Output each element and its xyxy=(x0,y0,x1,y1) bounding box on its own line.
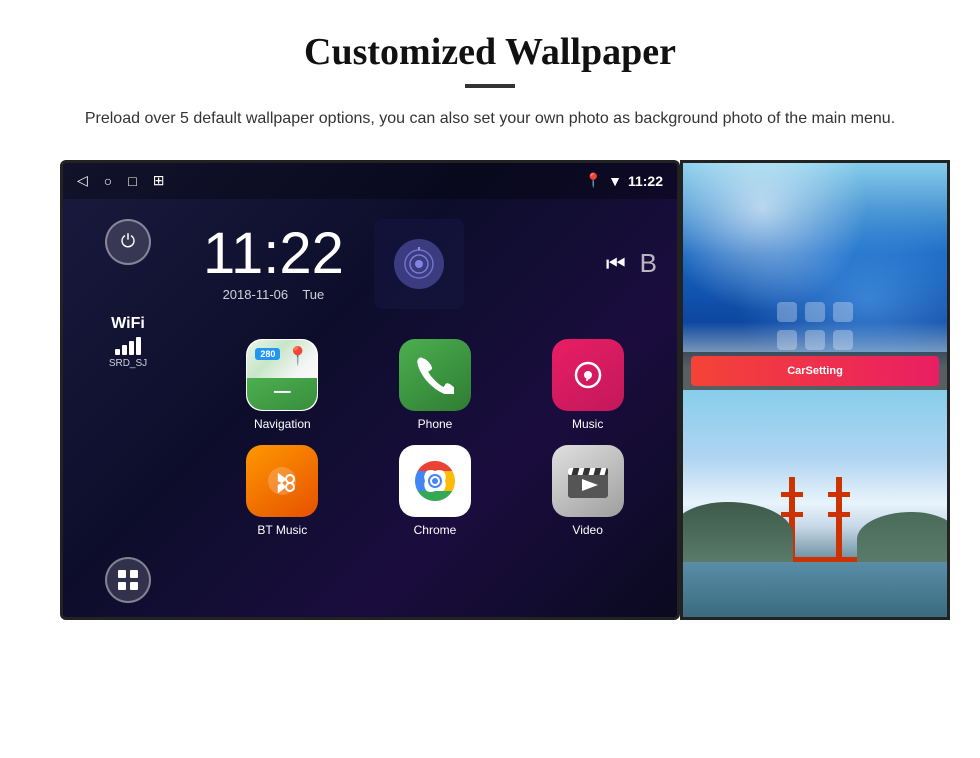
music-icon: ♪ xyxy=(552,339,624,411)
back-icon[interactable]: ◁ xyxy=(77,172,88,189)
wifi-bar-1 xyxy=(115,349,120,355)
wifi-bar-2 xyxy=(122,345,127,355)
bridge-crossbar-1 xyxy=(781,492,803,497)
bridge-crossbar-3 xyxy=(828,492,850,497)
carsetting-overlay: CarSetting xyxy=(683,352,947,390)
page-title: Customized Wallpaper xyxy=(60,30,920,74)
clock-time: 11:22 xyxy=(203,225,344,283)
video-icon xyxy=(552,445,624,517)
app-grid: 280 📍 ━━━ Navigation xyxy=(203,339,667,537)
status-bar: ◁ ○ □ ⊞ 📍 ▼ 11:22 xyxy=(63,163,677,199)
navigation-icon: 280 📍 ━━━ xyxy=(246,339,318,411)
preview-dot-1 xyxy=(777,302,797,322)
carsetting-bar: CarSetting xyxy=(691,356,939,386)
hill-right xyxy=(857,512,947,562)
track-letter-b: B xyxy=(640,248,657,279)
preview-dot-5 xyxy=(805,330,825,350)
main-content: ⏻ WiFi SRD_SJ xyxy=(63,199,677,620)
app-item-phone[interactable]: Phone xyxy=(366,339,505,431)
app-item-music[interactable]: ♪ Music xyxy=(518,339,657,431)
wifi-bars xyxy=(109,337,147,355)
hill-left xyxy=(683,502,793,562)
page-description: Preload over 5 default wallpaper options… xyxy=(80,106,900,132)
bridge-scene xyxy=(683,390,947,617)
btmusic-icon xyxy=(246,445,318,517)
app-item-navigation[interactable]: 280 📍 ━━━ Navigation xyxy=(213,339,352,431)
svg-text:♪: ♪ xyxy=(584,368,591,384)
apps-button[interactable] xyxy=(105,557,151,603)
screenshot-icon[interactable]: ⊞ xyxy=(153,172,165,189)
music-label: Music xyxy=(572,417,603,431)
status-bar-nav: ◁ ○ □ ⊞ xyxy=(77,172,164,189)
preview-ice-wallpaper[interactable]: CarSetting xyxy=(683,163,947,390)
navigation-label: Navigation xyxy=(254,417,311,431)
recents-icon[interactable]: □ xyxy=(128,173,136,189)
carsetting-label: CarSetting xyxy=(787,365,843,377)
sidebar: ⏻ WiFi SRD_SJ xyxy=(63,199,193,620)
prev-track-button[interactable]: ⏮ xyxy=(606,251,626,277)
clock-date-value: 2018-11-06 xyxy=(223,287,289,302)
phone-label: Phone xyxy=(418,417,453,431)
chrome-icon xyxy=(399,445,471,517)
wifi-ssid: SRD_SJ xyxy=(109,358,147,369)
app-item-btmusic[interactable]: BT Music xyxy=(213,445,352,537)
antenna-icon xyxy=(402,247,436,281)
wifi-bar-3 xyxy=(129,341,134,355)
clock-day-value: Tue xyxy=(302,287,324,302)
location-icon: 📍 xyxy=(585,172,602,189)
phone-icon xyxy=(399,339,471,411)
btmusic-label: BT Music xyxy=(257,523,307,537)
preview-dot-3 xyxy=(833,302,853,322)
preview-small-icons xyxy=(777,302,853,350)
wallpaper-previews: CarSetting xyxy=(680,160,950,620)
clock-date: 2018-11-06 Tue xyxy=(203,287,344,302)
media-widget[interactable] xyxy=(374,219,464,309)
grid-icon xyxy=(117,569,139,591)
wifi-label: WiFi xyxy=(109,315,147,333)
media-controls: ⏮ B xyxy=(606,248,667,279)
home-icon[interactable]: ○ xyxy=(104,173,112,189)
status-time: 11:22 xyxy=(628,173,663,189)
water-layer xyxy=(683,560,947,617)
wifi-bar-4 xyxy=(136,337,141,355)
app-item-chrome[interactable]: Chrome xyxy=(366,445,505,537)
device-wrapper: ◁ ○ □ ⊞ 📍 ▼ 11:22 ⏻ xyxy=(60,160,960,620)
bridge-crossbar-2 xyxy=(781,512,803,517)
wifi-status-icon: ▼ xyxy=(608,173,622,189)
preview-bridge-wallpaper[interactable] xyxy=(683,390,947,617)
power-icon: ⏻ xyxy=(121,231,135,252)
preview-dot-2 xyxy=(805,302,825,322)
clock-block: 11:22 2018-11-06 Tue xyxy=(203,225,344,302)
bridge-crossbar-4 xyxy=(828,512,850,517)
video-label: Video xyxy=(572,523,602,537)
title-divider xyxy=(465,84,515,88)
android-screen: ◁ ○ □ ⊞ 📍 ▼ 11:22 ⏻ xyxy=(60,160,680,620)
preview-dot-6 xyxy=(833,330,853,350)
clock-area: 11:22 2018-11-06 Tue xyxy=(203,209,667,319)
center-panel: 11:22 2018-11-06 Tue xyxy=(193,199,677,620)
status-bar-right: 📍 ▼ 11:22 xyxy=(585,172,663,189)
bridge-tower-right xyxy=(836,477,842,562)
power-button[interactable]: ⏻ xyxy=(105,219,151,265)
preview-dot-4 xyxy=(777,330,797,350)
page-container: Customized Wallpaper Preload over 5 defa… xyxy=(0,0,980,640)
media-icon-circle xyxy=(394,239,444,289)
app-item-video[interactable]: Video xyxy=(518,445,657,537)
wifi-widget: WiFi SRD_SJ xyxy=(109,315,147,369)
chrome-label: Chrome xyxy=(414,523,457,537)
